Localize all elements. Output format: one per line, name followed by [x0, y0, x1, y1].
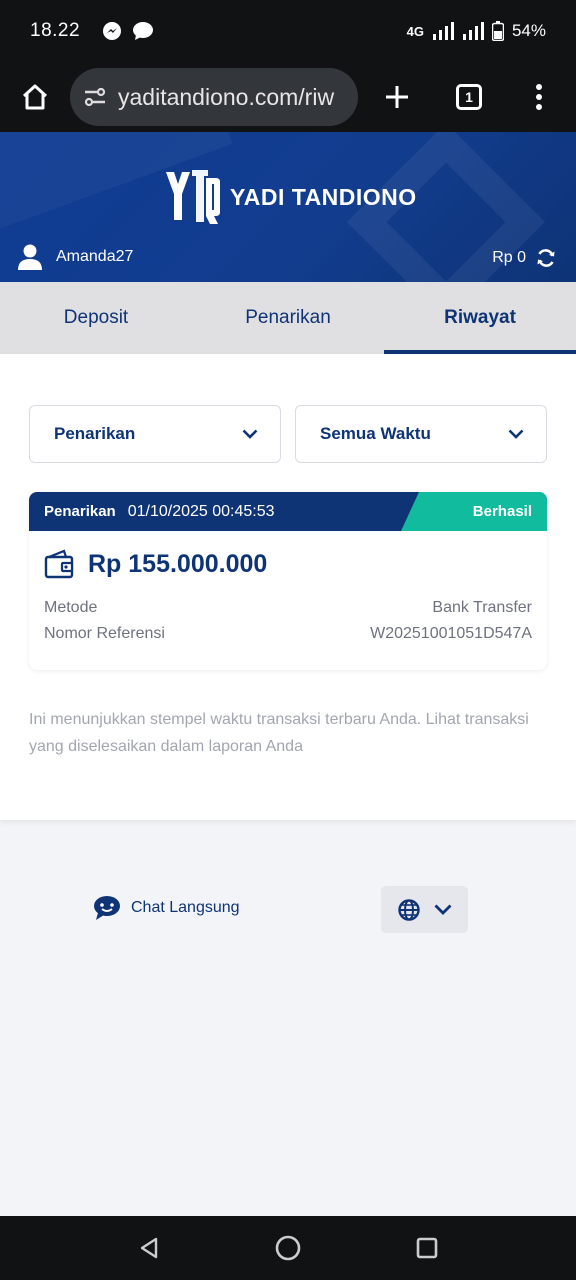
system-nav-bar [0, 1216, 576, 1280]
chevron-down-icon [242, 429, 258, 439]
tab-deposit[interactable]: Deposit [0, 282, 192, 354]
browser-home-button[interactable] [0, 62, 70, 132]
reference-row: Nomor Referensi W20251001051D547A [29, 625, 547, 643]
tab-bar: Deposit Penarikan Riwayat [0, 282, 576, 354]
more-vert-icon [536, 84, 542, 110]
live-chat-label: Chat Langsung [131, 899, 240, 916]
method-value: Bank Transfer [432, 599, 532, 616]
address-bar[interactable]: yaditandiono.com/riw [70, 68, 358, 126]
live-chat-icon [94, 896, 120, 920]
plus-icon [386, 86, 408, 108]
transaction-type-value: Penarikan [54, 424, 136, 443]
new-tab-button[interactable] [362, 62, 432, 132]
user-icon [18, 244, 42, 270]
signal-icon [432, 22, 454, 40]
url-text: yaditandiono.com/riw [118, 83, 335, 110]
site-settings-icon [84, 87, 106, 107]
browser-toolbar: yaditandiono.com/riw 1 [0, 62, 576, 132]
logo-text: YADI TANDIONO [230, 183, 417, 210]
transaction-card[interactable]: Penarikan 01/10/2025 00:45:53 Berhasil R… [29, 492, 547, 670]
chevron-down-icon [434, 904, 451, 915]
browser-menu-button[interactable] [504, 62, 574, 132]
method-label: Metode [44, 599, 98, 616]
status-badge: Berhasil [401, 492, 547, 531]
signal-icon [462, 22, 484, 40]
logo-mark-icon [166, 170, 220, 224]
username: Amanda27 [56, 248, 134, 265]
amount-row: Rp 155.000.000 [29, 531, 547, 579]
user-info[interactable]: Amanda27 [18, 244, 133, 270]
live-chat-button[interactable]: Chat Langsung [93, 895, 240, 921]
tab-riwayat[interactable]: Riwayat [384, 282, 576, 354]
reference-value: W20251001051D547A [370, 625, 532, 642]
site-logo[interactable]: YADI TANDIONO [164, 168, 417, 226]
battery-level: 54% [511, 21, 546, 40]
back-icon[interactable] [137, 1236, 161, 1260]
chat-bubble-icon [133, 22, 154, 40]
balance-display: Rp 0 [492, 248, 556, 268]
time-range-select[interactable]: Semua Waktu [295, 405, 547, 463]
transaction-datetime: 01/10/2025 00:45:53 [127, 502, 275, 520]
wallet-icon [44, 549, 74, 579]
refresh-icon[interactable] [536, 248, 556, 268]
tab-switcher-button[interactable]: 1 [434, 62, 504, 132]
notification-icons [102, 21, 154, 41]
home-icon [22, 84, 48, 110]
battery-icon [491, 21, 504, 41]
transaction-type: Penarikan [44, 503, 116, 520]
history-panel: Penarikan Semua Waktu Penarikan 01/10/20… [0, 354, 576, 820]
transaction-type-select[interactable]: Penarikan [29, 405, 281, 463]
network-type: 4G [406, 23, 424, 39]
messenger-icon [103, 22, 122, 40]
chevron-down-icon [508, 429, 524, 439]
home-circle-icon[interactable] [274, 1234, 302, 1262]
status-bar: 18.22 4G 54% [0, 0, 576, 62]
status-time: 18.22 [30, 20, 81, 41]
time-range-value: Semua Waktu [320, 424, 431, 443]
balance-amount: Rp 0 [492, 249, 526, 266]
method-row: Metode Bank Transfer [29, 599, 547, 617]
transaction-amount: Rp 155.000.000 [88, 549, 268, 578]
status-right: 4G 54% [407, 21, 546, 41]
tab-switcher-icon: 1 [456, 84, 482, 110]
language-selector[interactable] [381, 886, 468, 933]
history-note: Ini menunjukkan stempel waktu transaksi … [29, 711, 529, 755]
site-header: YADI TANDIONO Amanda27 Rp 0 [0, 132, 576, 282]
transaction-header: Penarikan 01/10/2025 00:45:53 Berhasil [29, 492, 547, 531]
globe-icon [397, 898, 420, 921]
tab-penarikan[interactable]: Penarikan [192, 282, 384, 354]
recents-icon[interactable] [415, 1236, 439, 1260]
reference-label: Nomor Referensi [44, 625, 165, 642]
